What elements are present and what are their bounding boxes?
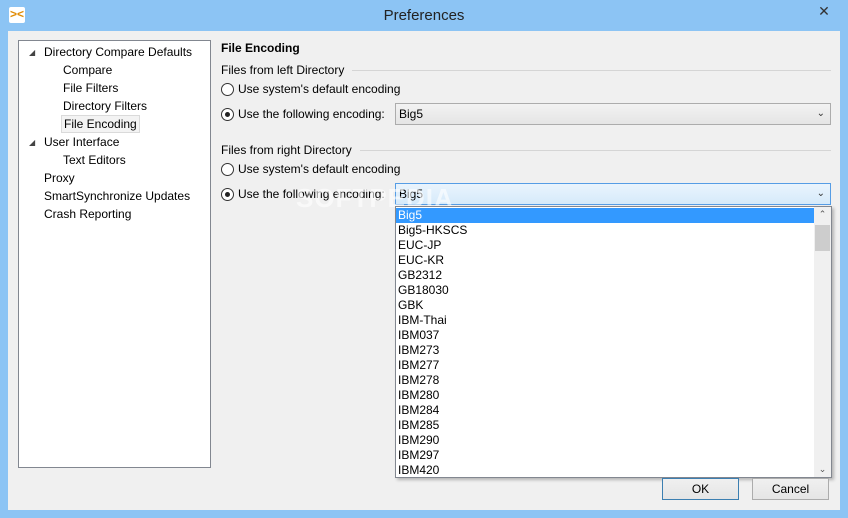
tree-item[interactable]: SmartSynchronize Updates [42,187,192,205]
radio-label: Use the following encoding: [238,107,385,121]
tree-item[interactable]: Directory Filters [61,97,149,115]
dropdown-option[interactable]: IBM280 [396,388,814,403]
tree-item[interactable]: Proxy [42,169,77,187]
scroll-down-icon[interactable]: ⌄ [814,464,831,475]
dialog-body: Directory Compare Defaults ◢ Compare File F… [8,31,840,510]
dropdown-option[interactable]: GB2312 [396,268,814,283]
right-group-label: Files from right Directory [221,143,352,157]
tree-item[interactable]: Text Editors [61,151,128,169]
tree-item[interactable]: Crash Reporting [42,205,133,223]
expand-arrow-icon[interactable]: ◢ [29,48,35,57]
section-title: File Encoding [221,41,300,55]
dropdown-option[interactable]: IBM-Thai [396,313,814,328]
left-group-label: Files from left Directory [221,63,345,77]
scrollbar-thumb[interactable] [815,225,830,251]
chevron-down-icon: ⌄ [816,188,825,199]
tree-item[interactable]: File Encoding [61,115,140,133]
tree-item[interactable]: Compare [61,61,114,79]
dropdown-option[interactable]: EUC-JP [396,238,814,253]
left-default-radio[interactable]: Use system's default encoding [221,82,400,96]
tree-item[interactable]: Directory Compare Defaults [42,43,194,61]
radio-label: Use system's default encoding [238,82,401,96]
window-title: Preferences [383,7,465,24]
left-group-header: Files from left Directory [221,63,831,77]
dropdown-option[interactable]: Big5 [396,208,814,223]
dropdown-option[interactable]: IBM297 [396,448,814,463]
dropdown-option[interactable]: IBM420 [396,463,814,478]
dropdown-option[interactable]: Big5-HKSCS [396,223,814,238]
dropdown-option[interactable]: IBM290 [396,433,814,448]
right-default-radio[interactable]: Use system's default encoding [221,162,400,176]
tree-item[interactable]: File Filters [61,79,120,97]
close-button[interactable]: ✕ [808,1,840,21]
ok-button[interactable]: OK [662,478,739,500]
left-custom-radio[interactable]: Use the following encoding: [221,107,385,121]
dropdown-option[interactable]: IBM284 [396,403,814,418]
chevron-down-icon: ⌄ [816,108,825,119]
expand-arrow-icon[interactable]: ◢ [29,138,35,147]
dropdown-option[interactable]: EUC-KR [396,253,814,268]
dropdown-option[interactable]: IBM273 [396,343,814,358]
dropdown-option[interactable]: IBM277 [396,358,814,373]
title-bar: >< Preferences ✕ [0,0,848,31]
right-encoding-select[interactable]: Big5 ⌄ [395,183,831,205]
dropdown-option[interactable]: IBM285 [396,418,814,433]
radio-label: Use system's default encoding [238,162,401,176]
scrollbar[interactable]: ⌃ ⌄ [814,207,831,477]
dropdown-option[interactable]: IBM278 [396,373,814,388]
dropdown-option[interactable]: GB18030 [396,283,814,298]
left-encoding-value: Big5 [399,107,424,121]
cancel-button[interactable]: Cancel [752,478,829,500]
scroll-up-icon[interactable]: ⌃ [814,209,831,220]
left-encoding-select[interactable]: Big5 ⌄ [395,103,831,125]
encoding-dropdown-list[interactable]: ⌃ ⌄ Big5 Big5-HKSCS EUC-JP EUC-KR GB2312 GB18… [395,206,832,478]
right-group-header: Files from right Directory [221,143,831,157]
dropdown-option[interactable]: IBM037 [396,328,814,343]
dropdown-option[interactable]: GBK [396,298,814,313]
preferences-tree[interactable]: Directory Compare Defaults ◢ Compare File F… [18,40,211,468]
tree-item[interactable]: User Interface [42,133,121,151]
